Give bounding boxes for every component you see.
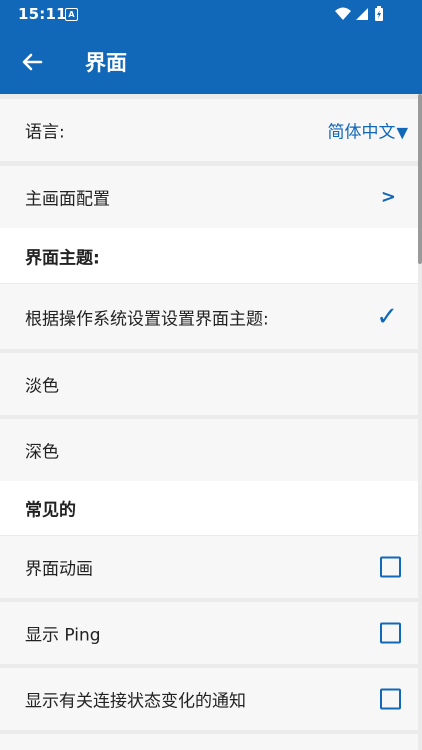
language-row[interactable]: 语言: 简体中文▼ xyxy=(0,99,418,161)
theme-section-header: 界面主题: xyxy=(0,228,418,283)
theme-light-row[interactable]: 淡色 xyxy=(0,353,418,415)
notification-a-icon: A xyxy=(65,8,78,21)
status-bar: 15:11 A xyxy=(0,0,422,28)
show-ping-row[interactable]: 显示 Ping xyxy=(0,602,418,664)
conn-notify-checkbox[interactable] xyxy=(380,688,401,710)
conn-notify-label: 显示有关连接状态变化的通知 xyxy=(25,691,246,712)
show-ping-label: 显示 Ping xyxy=(25,625,101,646)
ui-animation-label: 界面动画 xyxy=(25,559,93,580)
common-section-title: 常见的 xyxy=(25,500,76,521)
back-arrow-icon xyxy=(22,53,43,71)
home-config-label: 主画面配置 xyxy=(25,189,110,210)
ui-animation-checkbox[interactable] xyxy=(380,556,401,578)
theme-dark-label: 深色 xyxy=(25,442,59,463)
show-ping-checkbox[interactable] xyxy=(380,622,401,644)
theme-system-row[interactable]: 根据操作系统设置设置界面主题: ✓ xyxy=(0,284,418,349)
scrollbar-thumb[interactable] xyxy=(418,94,422,264)
app-bar: 界面 xyxy=(0,28,422,94)
theme-light-label: 淡色 xyxy=(25,376,59,397)
settings-list: 语言: 简体中文▼ 主画面配置 > 界面主题: 根据操作系统设置设置界面主题: … xyxy=(0,94,422,750)
language-dropdown[interactable]: 简体中文▼ xyxy=(327,118,408,143)
conn-notify-row[interactable]: 显示有关连接状态变化的通知 xyxy=(0,668,418,730)
wifi-icon xyxy=(335,7,351,20)
next-row-partial xyxy=(0,734,418,750)
language-label: 语言: xyxy=(25,122,65,143)
battery-charging-icon xyxy=(375,6,383,21)
cell-signal-icon xyxy=(356,8,368,20)
chevron-right-icon: > xyxy=(380,186,396,208)
theme-dark-row[interactable]: 深色 xyxy=(0,419,418,481)
status-time: 15:11 xyxy=(18,5,67,23)
theme-section-title: 界面主题: xyxy=(25,248,100,268)
home-config-row[interactable]: 主画面配置 > xyxy=(0,166,418,228)
checkmark-icon: ✓ xyxy=(376,301,398,332)
status-icons xyxy=(334,6,394,26)
page-title: 界面 xyxy=(85,51,127,75)
screen: 15:11 A 界面 语言: 简体中文▼ 主画面配置 > 界面主题: 根据操作系… xyxy=(0,0,422,750)
dropdown-caret-icon: ▼ xyxy=(396,123,408,142)
back-button[interactable] xyxy=(16,46,48,78)
theme-system-label: 根据操作系统设置设置界面主题: xyxy=(25,309,269,329)
common-section-header: 常见的 xyxy=(0,481,418,535)
language-value: 简体中文 xyxy=(327,122,396,143)
ui-animation-row[interactable]: 界面动画 xyxy=(0,536,418,598)
